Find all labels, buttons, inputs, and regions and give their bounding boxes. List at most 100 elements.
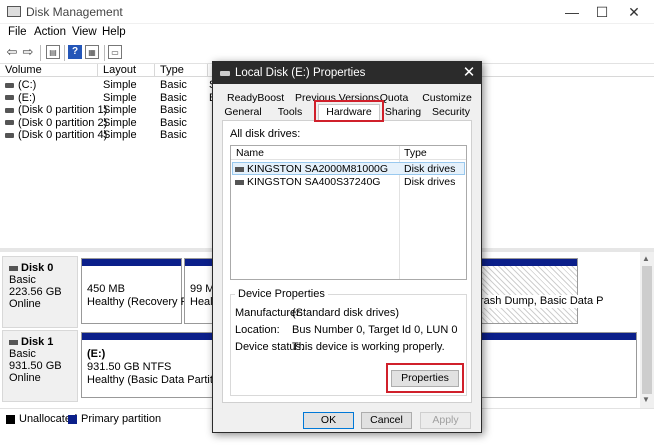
drive-name-text: KINGSTON SA400S37240G xyxy=(247,176,381,188)
menu-help[interactable]: Help xyxy=(102,26,126,38)
scroll-up-icon[interactable]: ▲ xyxy=(642,254,650,263)
device-properties-heading: Device Properties xyxy=(235,288,328,300)
disk-1-name: Disk 1 xyxy=(9,336,71,348)
disk-1-size: 931.50 GB xyxy=(9,360,62,372)
volume-name-text: (E:) xyxy=(18,91,36,104)
partition-bar xyxy=(82,259,181,266)
volume-type: Basic xyxy=(160,79,187,91)
tab-general[interactable]: General xyxy=(223,106,263,119)
menu-bar: File Action View Help xyxy=(0,24,654,42)
toolbar-separator xyxy=(64,45,65,61)
device-properties-button[interactable]: Properties xyxy=(391,370,459,387)
drive-icon xyxy=(235,166,244,172)
volume-type: Basic xyxy=(160,116,187,129)
ok-button[interactable]: OK xyxy=(303,412,354,429)
drive-name: KINGSTON SA400S37240G xyxy=(235,176,380,188)
location-label: Location: xyxy=(235,324,280,336)
tab-readyboost[interactable]: ReadyBoost xyxy=(227,92,284,105)
drive-name-text: KINGSTON SA2000M81000G xyxy=(247,163,389,175)
volume-name: (Disk 0 partition 1) xyxy=(5,104,107,116)
drives-column-name[interactable]: Name xyxy=(236,147,264,159)
column-layout[interactable]: Layout xyxy=(98,64,155,77)
volume-name-text: (Disk 0 partition 4) xyxy=(18,129,108,141)
volume-name-text: (C:) xyxy=(18,79,37,91)
volume-name: (C:) xyxy=(5,79,36,91)
partition-bar xyxy=(477,259,577,266)
scrollbar-thumb[interactable] xyxy=(642,266,652,394)
drive-icon xyxy=(5,107,14,113)
partition-c[interactable]: rash Dump, Basic Data P xyxy=(476,258,604,324)
partition-size: 931.50 GB NTFS xyxy=(87,361,172,373)
apply-button[interactable]: Apply xyxy=(420,412,471,429)
tab-customize[interactable]: Customize xyxy=(420,92,474,105)
dialog-close-button[interactable]: ✕ xyxy=(461,65,477,81)
help-icon[interactable]: ? xyxy=(68,45,82,59)
drives-column-type[interactable]: Type xyxy=(404,147,427,159)
column-volume[interactable]: Volume xyxy=(0,64,98,77)
close-button[interactable]: ✕ xyxy=(620,2,648,22)
column-type[interactable]: Type xyxy=(155,64,208,77)
primary-swatch xyxy=(68,415,77,424)
volume-type: Basic xyxy=(160,91,187,104)
scroll-down-icon[interactable]: ▼ xyxy=(642,395,650,404)
tab-sharing[interactable]: Sharing xyxy=(383,106,423,119)
partition-letter: (E:) xyxy=(87,348,106,360)
partition-status: Healthy (Basic Data Partition) xyxy=(87,374,232,386)
volume-type: Basic xyxy=(160,104,187,116)
manufacturer-value: (Standard disk drives) xyxy=(292,307,399,319)
menu-file[interactable]: File xyxy=(8,26,27,38)
drive-type: Disk drives xyxy=(404,176,456,188)
drive-icon xyxy=(5,82,14,88)
volume-layout: Simple xyxy=(103,116,137,129)
drive-row-selected[interactable]: KINGSTON SA2000M81000G Disk drives xyxy=(232,162,465,175)
partition-text: (E:) 931.50 GB NTFS Healthy (Basic Data … xyxy=(87,348,231,387)
properties-icon[interactable]: ▦ xyxy=(85,45,99,59)
partition-efi[interactable]: 99 MB Health xyxy=(184,258,216,324)
volume-layout: Simple xyxy=(103,79,137,91)
menu-action[interactable]: Action xyxy=(34,26,66,38)
disk-0-label[interactable]: Disk 0 Basic 223.56 GB Online xyxy=(2,256,78,328)
console-tree-icon[interactable]: ▤ xyxy=(46,45,60,59)
disk-1-name-text: Disk 1 xyxy=(21,336,54,348)
partition-status: rash Dump, Basic Data P xyxy=(480,295,604,307)
minimize-button[interactable]: — xyxy=(558,2,586,22)
drives-list-header: Name Type xyxy=(231,146,466,160)
volume-layout: Simple xyxy=(103,104,137,116)
tab-security[interactable]: Security xyxy=(429,106,473,119)
disk-0-type: Basic xyxy=(9,274,36,286)
toolbar-separator xyxy=(104,45,105,61)
maximize-button[interactable]: ☐ xyxy=(588,2,616,22)
cancel-button[interactable]: Cancel xyxy=(361,412,412,429)
view-icon[interactable]: ▭ xyxy=(108,45,122,59)
properties-dialog: Local Disk (E:) Properties ✕ ReadyBoost … xyxy=(212,61,482,433)
menu-view[interactable]: View xyxy=(72,26,97,38)
drive-row[interactable]: KINGSTON SA400S37240G Disk drives xyxy=(232,176,465,189)
volume-row[interactable]: (E:) Simple Basic B xyxy=(0,91,216,105)
drive-icon xyxy=(5,132,14,138)
tab-tools[interactable]: Tools xyxy=(275,106,305,119)
hardware-tab-highlight xyxy=(314,100,384,122)
disk-0-name: Disk 0 xyxy=(9,262,71,274)
disk-1-label[interactable]: Disk 1 Basic 931.50 GB Online xyxy=(2,330,78,402)
drive-type: Disk drives xyxy=(404,163,456,175)
volume-row[interactable]: (C:) Simple Basic S xyxy=(0,79,216,92)
volume-row[interactable]: (Disk 0 partition 2) Simple Basic xyxy=(0,117,214,130)
legend-primary: Primary partition xyxy=(81,413,162,425)
unallocated-swatch xyxy=(6,415,15,424)
location-value: Bus Number 0, Target Id 0, LUN 0 xyxy=(292,324,458,336)
forward-arrow-icon[interactable]: ⇨ xyxy=(21,45,35,59)
drive-icon xyxy=(235,179,244,185)
volume-row[interactable]: (Disk 0 partition 4) Simple Basic xyxy=(0,129,214,142)
disk-icon xyxy=(9,339,18,345)
disk-drives-list[interactable]: Name Type KINGSTON SA2000M81000G Disk dr… xyxy=(230,145,467,280)
volume-row[interactable]: (Disk 0 partition 1) Simple Basic xyxy=(0,104,214,117)
disk-management-icon xyxy=(7,6,21,17)
partition-recovery[interactable]: 450 MB Healthy (Recovery Part xyxy=(81,258,201,324)
drive-icon xyxy=(220,71,230,76)
partition-text: rash Dump, Basic Data P xyxy=(480,295,604,308)
disk-icon xyxy=(9,265,18,271)
back-arrow-icon[interactable]: ⇦ xyxy=(5,45,19,59)
volume-layout: Simple xyxy=(103,129,137,141)
volume-type: Basic xyxy=(160,129,187,141)
volume-name: (Disk 0 partition 4) xyxy=(5,129,107,141)
